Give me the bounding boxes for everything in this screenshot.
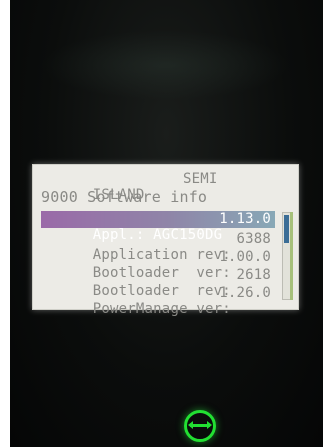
menu-row-powermanage-ver[interactable]: PowerManage ver: 1.26.0 [41, 285, 275, 349]
menu-row-application[interactable]: Appl.: AGC150DG 1.13.0 [41, 211, 275, 243]
row-value: 6388 [236, 231, 271, 247]
scrollbar-edge [290, 212, 293, 300]
scrollbar-thumb[interactable] [284, 215, 289, 243]
horizontal-double-arrow-icon[interactable] [184, 410, 216, 442]
device-photo: ISLAND SEMI 9000 Software info Appl.: AG… [0, 0, 331, 447]
row-value: 2618 [236, 267, 271, 283]
semi-mode-label: SEMI [183, 171, 218, 187]
arrow-right-icon [207, 421, 212, 429]
row-value: 1.26.0 [219, 285, 271, 301]
arrow-left-icon [188, 421, 193, 429]
row-label: PowerManage ver: [92, 301, 231, 317]
screen-title: 9000 Software info [41, 188, 208, 206]
lcd-screen: ISLAND SEMI 9000 Software info Appl.: AG… [32, 164, 299, 317]
row-value: 1.13.0 [219, 211, 271, 227]
glass-glare [40, 30, 290, 100]
row-value: 1.00.0 [219, 249, 271, 265]
